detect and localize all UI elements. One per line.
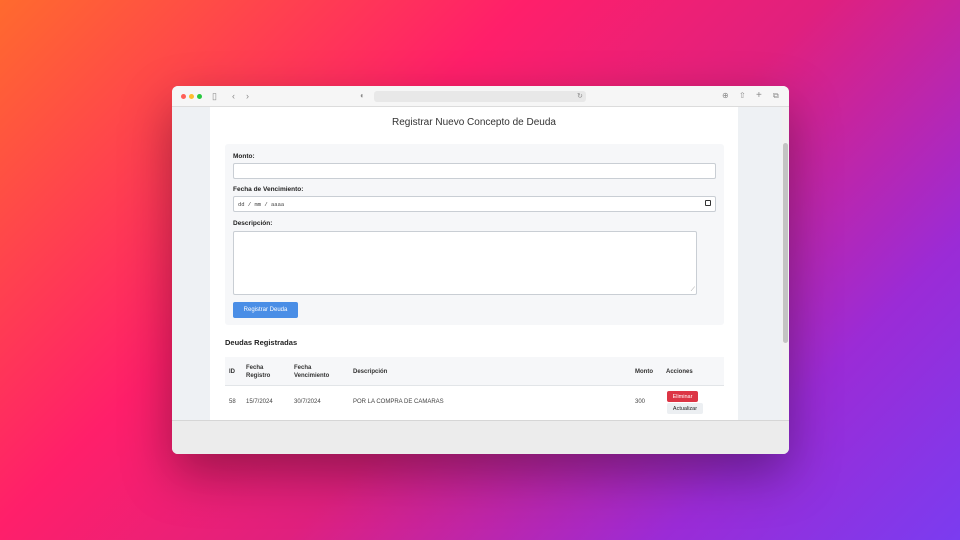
window-footer	[172, 420, 789, 454]
page-title: Registrar Nuevo Concepto de Deuda	[392, 117, 556, 128]
cell-descripcion: POR LA COMPRA DE CAMARAS	[353, 399, 444, 405]
page-viewport: Registrar Nuevo Concepto de Deuda Monto:…	[172, 107, 789, 420]
descripcion-textarea[interactable]: ⟋	[233, 231, 697, 295]
th-fecha-registro: Fecha Registro	[246, 357, 270, 386]
page-content: Registrar Nuevo Concepto de Deuda Monto:…	[210, 107, 738, 420]
debts-table: ID Fecha Registro Fecha Vencimiento Desc…	[225, 357, 724, 418]
sidebar-icon[interactable]: ▯	[212, 90, 217, 102]
download-icon[interactable]: ⊕	[722, 90, 729, 102]
shield-icon: ◐	[360, 91, 365, 100]
th-fecha-vencimiento-line2: Vencimiento	[294, 372, 330, 379]
address-bar[interactable]: ↻	[374, 91, 586, 102]
debt-form: Monto: Fecha de Vencimiento: dd / mm / a…	[225, 144, 724, 325]
descripcion-label: Descripción:	[233, 220, 273, 227]
registrar-deuda-button[interactable]: Registrar Deuda	[233, 302, 298, 318]
cell-monto: 300	[635, 399, 646, 405]
browser-window: ▯ ‹ › ◐ ↻ ⊕ ⇧ + ⧉ Registrar Nuevo Concep…	[172, 86, 789, 454]
resize-handle-icon[interactable]: ⟋	[691, 287, 695, 293]
table-row: 58 15/7/2024 30/7/2024 POR LA COMPRA DE …	[225, 386, 724, 418]
cell-id: 58	[229, 399, 236, 405]
th-fecha-registro-line2: Registro	[246, 372, 271, 379]
th-fecha-vencimiento: Fecha Vencimiento	[294, 357, 329, 386]
monto-label: Monto:	[233, 153, 255, 160]
monto-input[interactable]	[233, 163, 716, 179]
th-id: ID	[229, 368, 235, 375]
th-descripcion: Descripción	[353, 368, 388, 375]
scrollbar-thumb[interactable]	[783, 143, 788, 343]
tabs-icon[interactable]: ⧉	[773, 90, 779, 102]
date-placeholder: dd / mm / aaaa	[238, 201, 285, 208]
fecha-vencimiento-input[interactable]: dd / mm / aaaa	[233, 196, 716, 212]
th-monto: Monto	[635, 368, 653, 375]
th-fecha-vencimiento-line1: Fecha	[294, 364, 312, 371]
eliminar-button[interactable]: Eliminar	[667, 391, 698, 402]
close-window-button[interactable]	[181, 94, 186, 99]
share-icon[interactable]: ⇧	[739, 90, 746, 102]
minimize-window-button[interactable]	[189, 94, 194, 99]
chevron-left-icon[interactable]: ‹	[232, 90, 235, 102]
actualizar-button[interactable]: Actualizar	[667, 403, 703, 414]
cell-fecha-vencimiento: 30/7/2024	[294, 399, 321, 405]
th-acciones: Acciones	[666, 368, 693, 375]
table-header: ID Fecha Registro Fecha Vencimiento Desc…	[225, 357, 724, 386]
cell-fecha-registro: 15/7/2024	[246, 399, 273, 405]
maximize-window-button[interactable]	[197, 94, 202, 99]
chevron-right-icon[interactable]: ›	[246, 90, 249, 102]
reload-icon[interactable]: ↻	[577, 91, 583, 103]
fecha-vencimiento-label: Fecha de Vencimiento:	[233, 186, 304, 193]
browser-toolbar: ▯ ‹ › ◐ ↻ ⊕ ⇧ + ⧉	[172, 86, 789, 107]
scrollbar[interactable]	[782, 107, 789, 420]
th-fecha-registro-line1: Fecha	[246, 364, 264, 371]
plus-icon[interactable]: +	[756, 90, 762, 102]
calendar-icon[interactable]	[705, 200, 711, 206]
deudas-registradas-title: Deudas Registradas	[225, 338, 298, 347]
